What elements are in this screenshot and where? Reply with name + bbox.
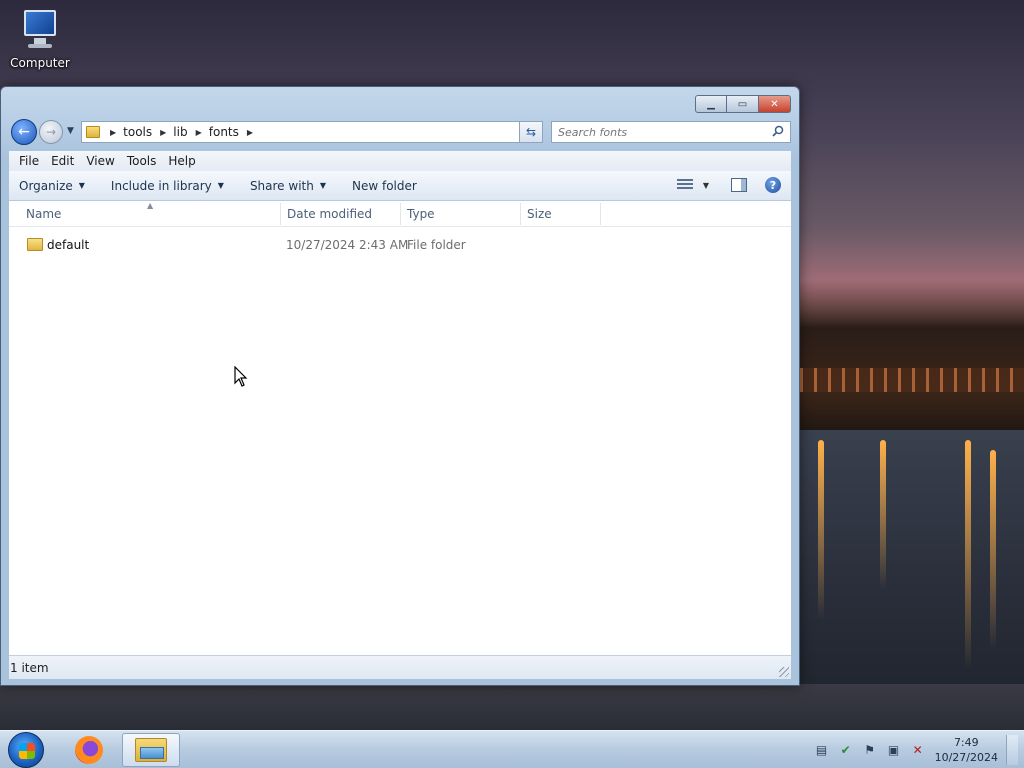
- wallpaper-water-bottom: [0, 684, 1024, 730]
- chevron-down-icon: ▼: [217, 181, 224, 190]
- wallpaper-reflection: [818, 440, 824, 620]
- forward-arrow-icon: →: [45, 125, 57, 139]
- show-desktop-button[interactable]: [1006, 735, 1018, 765]
- list-item[interactable]: default 10/27/2024 2:43 AM File folder: [9, 235, 791, 255]
- file-list[interactable]: ▲ Name Date modified Type Size default 1…: [9, 201, 791, 655]
- computer-icon: [18, 8, 62, 52]
- clock-date: 10/27/2024: [934, 751, 998, 764]
- clock[interactable]: 7:49 10/27/2024: [935, 735, 998, 765]
- command-bar: Organize ▼ Include in library ▼ Share wi…: [9, 171, 791, 201]
- item-count: 1 item: [10, 661, 49, 675]
- firefox-icon: [75, 736, 103, 764]
- file-name: default: [47, 238, 90, 252]
- organize-button[interactable]: Organize ▼: [19, 179, 85, 193]
- menu-tools[interactable]: Tools: [121, 154, 163, 168]
- breadcrumb-fonts[interactable]: fonts: [209, 125, 239, 139]
- help-icon[interactable]: ?: [765, 177, 781, 193]
- taskbar: ▤ ✔ ⚑ ▣ ✕ 7:49 10/27/2024: [0, 730, 1024, 768]
- caption-buttons: ▁ ▭ ✕: [695, 95, 791, 113]
- action-center-flag-icon[interactable]: ⚑: [863, 743, 877, 757]
- resize-grip-icon[interactable]: [779, 667, 789, 677]
- taskbar-explorer[interactable]: [122, 733, 180, 767]
- column-size[interactable]: Size: [519, 207, 599, 223]
- column-type[interactable]: Type: [399, 207, 519, 223]
- view-options-dropdown[interactable]: ▼: [703, 181, 709, 190]
- volume-muted-icon[interactable]: ✕: [911, 743, 925, 757]
- navigation-row: ← → ▼ ▶ tools ▶ lib ▶ fonts ▶ ▼ ⇆: [9, 117, 791, 147]
- breadcrumb-lib[interactable]: lib: [173, 125, 187, 139]
- menu-file[interactable]: File: [13, 154, 45, 168]
- change-view-icon[interactable]: [676, 179, 693, 191]
- folder-icon: [86, 126, 100, 138]
- search-box[interactable]: [551, 121, 791, 143]
- wallpaper-town: [800, 280, 1024, 440]
- share-with-button[interactable]: Share with ▼: [250, 179, 326, 193]
- breadcrumb-chevron-icon[interactable]: ▶: [110, 128, 116, 137]
- menu-help[interactable]: Help: [162, 154, 201, 168]
- organize-label: Organize: [19, 178, 73, 193]
- wallpaper-reflection: [990, 450, 996, 650]
- maximize-button[interactable]: ▭: [727, 95, 759, 113]
- share-with-label: Share with: [249, 178, 314, 193]
- breadcrumb-chevron-icon[interactable]: ▶: [247, 128, 253, 137]
- column-date-modified[interactable]: Date modified: [279, 207, 399, 223]
- notes-icon[interactable]: ▤: [815, 743, 829, 757]
- column-divider[interactable]: [600, 203, 601, 225]
- wallpaper-reflection: [965, 440, 971, 670]
- file-date-modified: 10/27/2024 2:43 AM: [286, 238, 409, 252]
- chevron-down-icon: ▼: [319, 181, 326, 190]
- menu-bar: File Edit View Tools Help: [9, 151, 791, 171]
- breadcrumb-chevron-icon[interactable]: ▶: [196, 128, 202, 137]
- minimize-button[interactable]: ▁: [695, 95, 727, 113]
- status-bar: 1 item: [9, 655, 791, 679]
- include-in-library-label: Include in library: [110, 178, 212, 193]
- new-folder-label: New folder: [352, 178, 417, 193]
- breadcrumb-chevron-icon[interactable]: ▶: [160, 128, 166, 137]
- search-icon[interactable]: [772, 125, 784, 137]
- clock-time: 7:49: [953, 736, 979, 749]
- column-headers: ▲ Name Date modified Type Size: [9, 201, 791, 227]
- explorer-window: ▁ ▭ ✕ ← → ▼ ▶ tools ▶ lib ▶ fonts ▶ ▼ ⇆ …: [0, 86, 800, 686]
- chevron-down-icon: ▼: [78, 181, 85, 190]
- folder-icon: [27, 238, 43, 251]
- command-bar-right: ▼ ?: [676, 177, 781, 193]
- file-type: File folder: [407, 238, 466, 252]
- desktop-icon-label: Computer: [10, 56, 70, 70]
- windows-explorer-icon: [135, 738, 167, 762]
- search-input[interactable]: [558, 125, 758, 139]
- system-tray: ▤ ✔ ⚑ ▣ ✕ 7:49 10/27/2024: [815, 735, 1018, 765]
- recent-pages-dropdown[interactable]: ▼: [67, 126, 74, 136]
- start-button[interactable]: [8, 732, 44, 768]
- back-button[interactable]: ←: [11, 119, 37, 145]
- taskbar-firefox[interactable]: [60, 733, 118, 767]
- refresh-icon: ⇆: [525, 125, 537, 139]
- refresh-button[interactable]: ⇆: [519, 121, 543, 143]
- security-shield-icon[interactable]: ✔: [839, 743, 853, 757]
- menu-edit[interactable]: Edit: [45, 154, 80, 168]
- menu-view[interactable]: View: [80, 154, 120, 168]
- preview-pane-icon[interactable]: [731, 178, 747, 192]
- network-icon[interactable]: ▣: [887, 743, 901, 757]
- wallpaper-bridge: [800, 368, 1024, 392]
- breadcrumb-tools[interactable]: tools: [123, 125, 152, 139]
- include-in-library-button[interactable]: Include in library ▼: [111, 179, 224, 193]
- column-name[interactable]: Name: [18, 207, 280, 223]
- windows-logo-icon: [19, 743, 35, 759]
- back-arrow-icon: ←: [18, 124, 30, 140]
- wallpaper-reflection: [880, 440, 886, 590]
- new-folder-button[interactable]: New folder: [352, 179, 417, 193]
- desktop-icon-computer[interactable]: Computer: [8, 8, 72, 70]
- address-bar[interactable]: ▶ tools ▶ lib ▶ fonts ▶ ▼: [81, 121, 543, 143]
- forward-button[interactable]: →: [39, 120, 63, 144]
- close-button[interactable]: ✕: [759, 95, 791, 113]
